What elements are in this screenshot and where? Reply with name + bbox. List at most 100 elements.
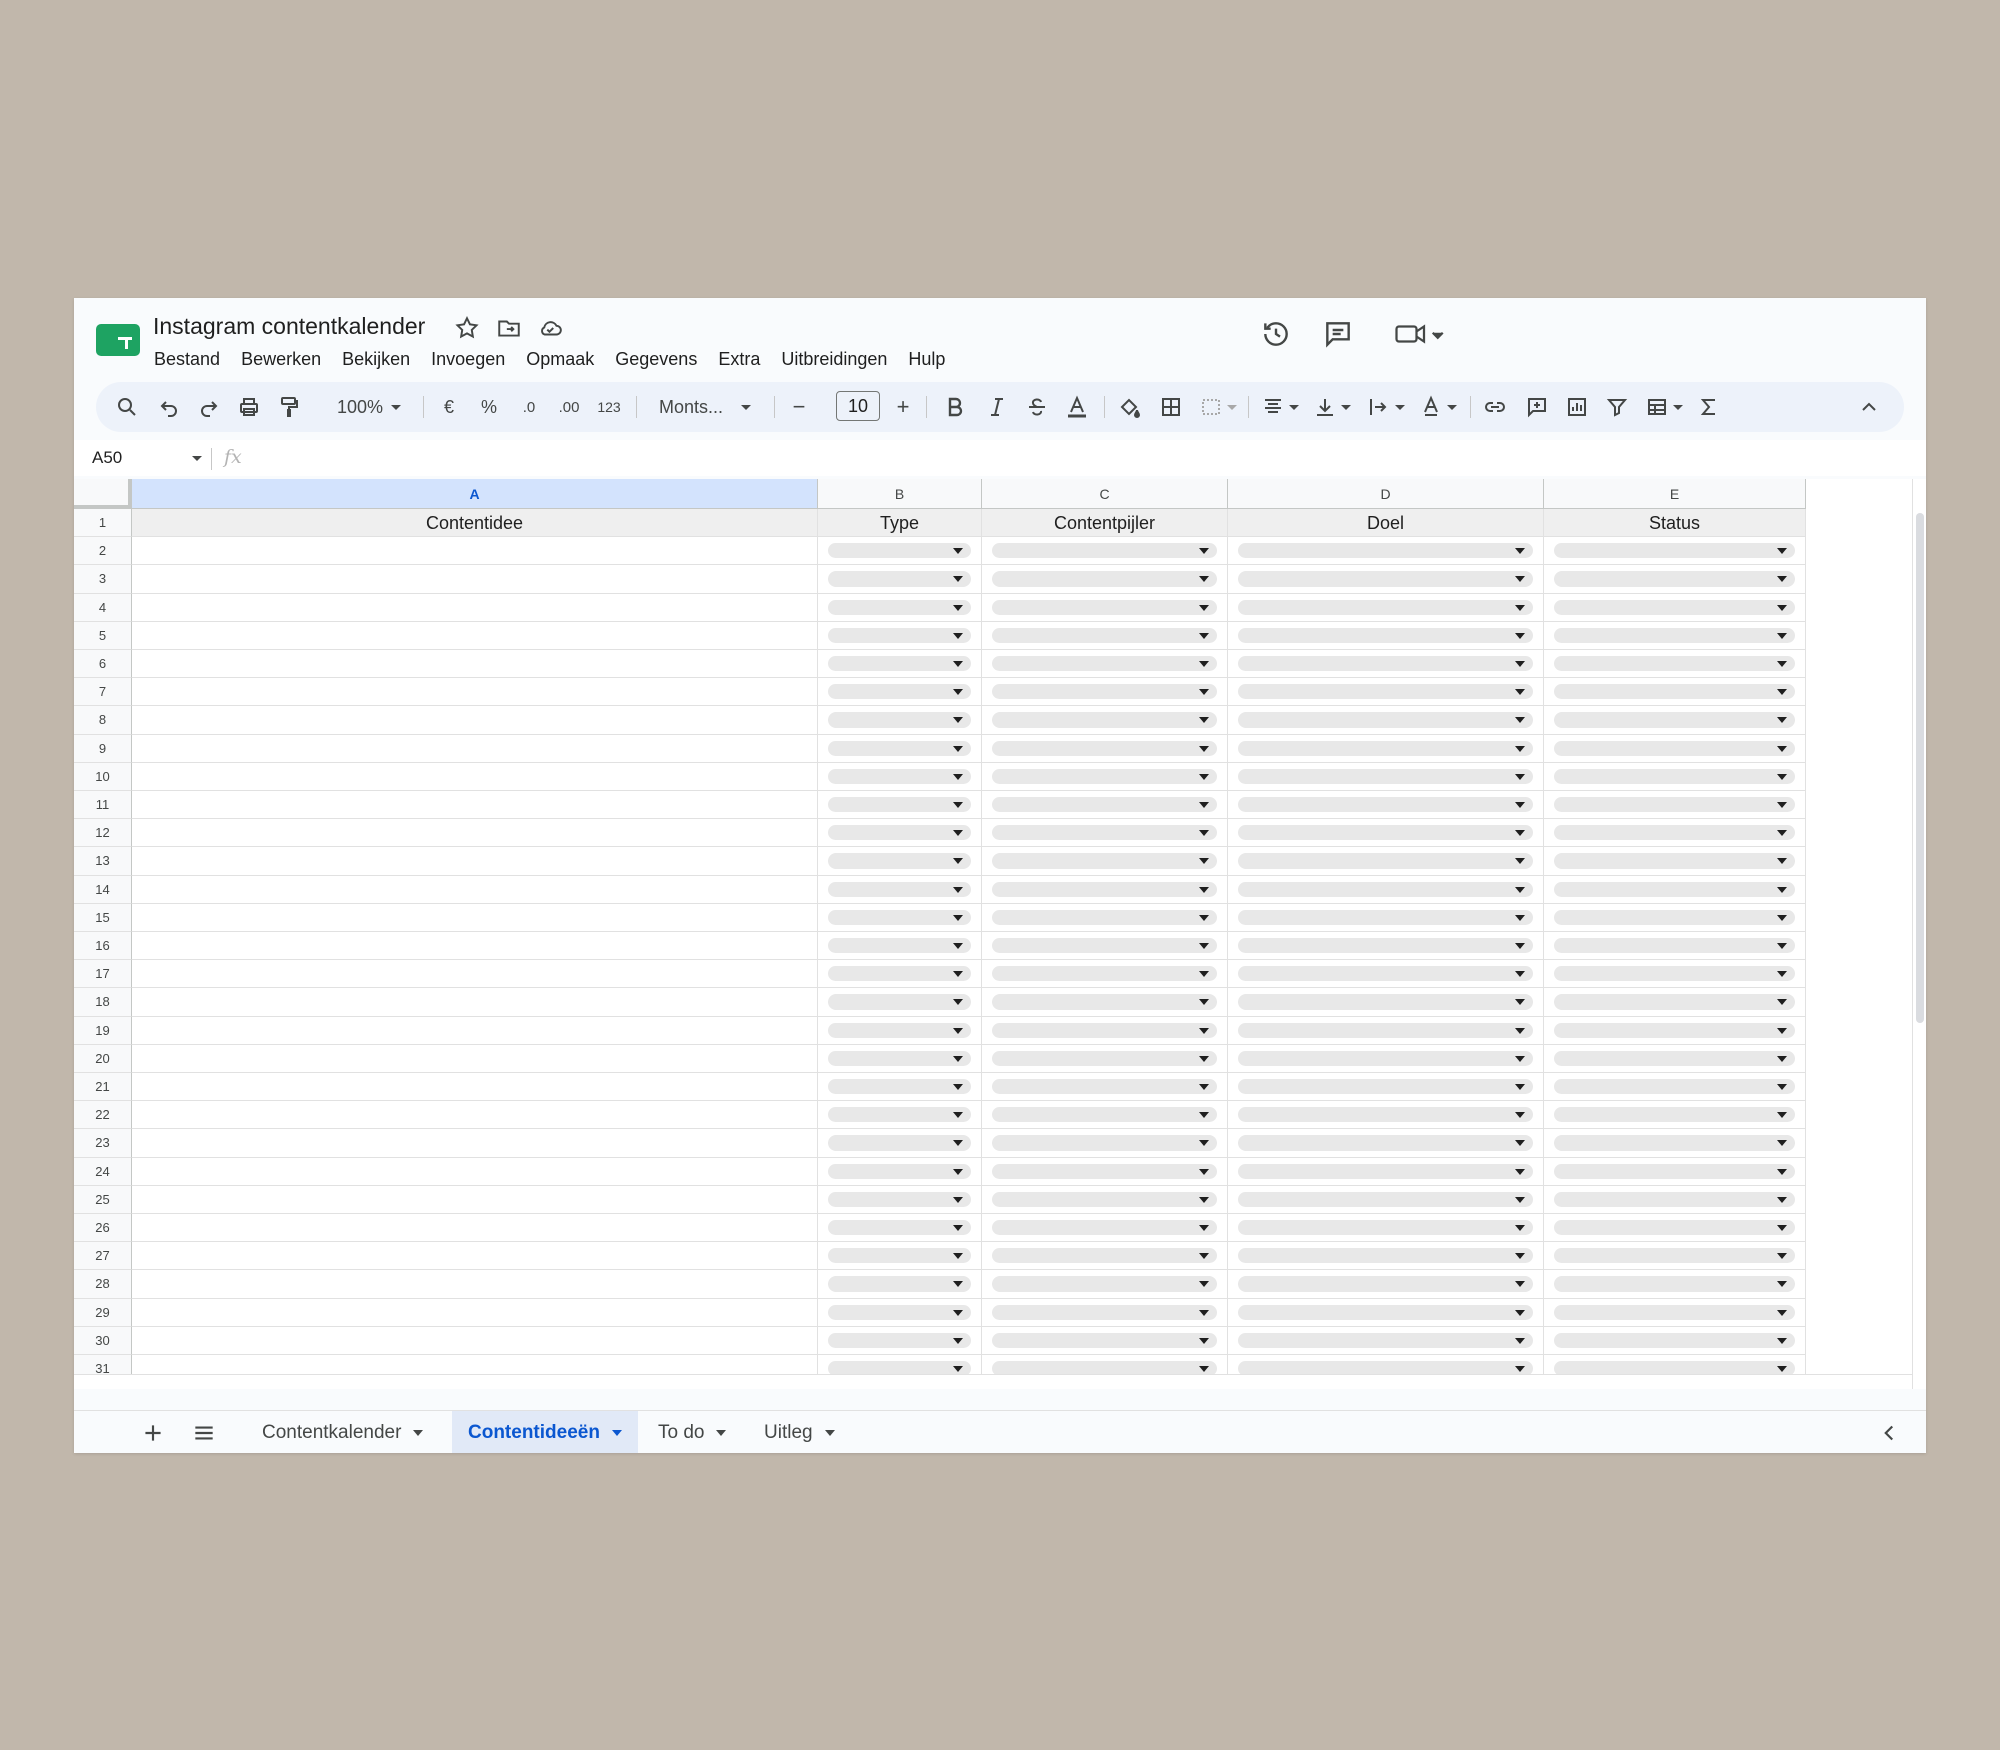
dropdown-chip[interactable] [828, 1248, 971, 1264]
dropdown-chip[interactable] [1238, 1050, 1533, 1066]
cell-d[interactable] [1228, 734, 1544, 763]
cell-c[interactable] [982, 988, 1228, 1017]
cell-a[interactable] [132, 1157, 818, 1186]
dropdown-chip[interactable] [828, 1220, 971, 1236]
dropdown-chip[interactable] [1554, 938, 1795, 954]
cell-b[interactable] [818, 650, 982, 679]
cell-e[interactable] [1544, 791, 1806, 820]
cell-a[interactable] [132, 1073, 818, 1102]
column-header-e[interactable]: E [1544, 479, 1806, 509]
cell-b[interactable] [818, 932, 982, 961]
dropdown-chip[interactable] [1554, 797, 1795, 813]
cell-a[interactable] [132, 537, 818, 566]
cell-b[interactable] [818, 678, 982, 707]
borders-icon[interactable] [1158, 394, 1184, 420]
cell-b[interactable] [818, 1326, 982, 1355]
row-number[interactable]: 9 [74, 734, 132, 763]
column-header-d[interactable]: D [1228, 479, 1544, 509]
cell-e[interactable] [1544, 1185, 1806, 1214]
cell-c[interactable] [982, 1298, 1228, 1327]
link-icon[interactable] [1482, 394, 1508, 420]
dropdown-chip[interactable] [828, 938, 971, 954]
dropdown-chip[interactable] [828, 1163, 971, 1179]
dropdown-chip[interactable] [992, 712, 1217, 728]
cell-a[interactable] [132, 1298, 818, 1327]
dropdown-chip[interactable] [992, 1248, 1217, 1264]
menu-bestand[interactable]: Bestand [154, 344, 220, 374]
dropdown-chip[interactable] [992, 1022, 1217, 1038]
cell-d[interactable] [1228, 678, 1544, 707]
dropdown-chip[interactable] [1554, 684, 1795, 700]
dropdown-chip[interactable] [1554, 627, 1795, 643]
dropdown-chip[interactable] [1554, 853, 1795, 869]
cell-e[interactable] [1544, 565, 1806, 594]
cell-b[interactable] [818, 1242, 982, 1271]
cell-c[interactable] [982, 1270, 1228, 1299]
column-title-b[interactable]: Type [818, 509, 982, 538]
chevron-down-icon[interactable] [716, 1429, 727, 1436]
cell-d[interactable] [1228, 1242, 1544, 1271]
dropdown-chip[interactable] [1238, 909, 1533, 925]
dropdown-chip[interactable] [1554, 1135, 1795, 1151]
dropdown-chip[interactable] [992, 1276, 1217, 1292]
cell-c[interactable] [982, 1016, 1228, 1045]
cell-d[interactable] [1228, 1157, 1544, 1186]
dropdown-chip[interactable] [1554, 1022, 1795, 1038]
cell-c[interactable] [982, 565, 1228, 594]
cell-c[interactable] [982, 593, 1228, 622]
dropdown-chip[interactable] [828, 994, 971, 1010]
cell-e[interactable] [1544, 1044, 1806, 1073]
cell-d[interactable] [1228, 1270, 1544, 1299]
cell-d[interactable] [1228, 593, 1544, 622]
cell-e[interactable] [1544, 1157, 1806, 1186]
cell-b[interactable] [818, 875, 982, 904]
column-header-b[interactable]: B [818, 479, 982, 509]
dropdown-chip[interactable] [828, 1332, 971, 1348]
dropdown-chip[interactable] [1238, 571, 1533, 587]
dropdown-chip[interactable] [1554, 994, 1795, 1010]
undo-icon[interactable] [156, 394, 182, 420]
dropdown-chip[interactable] [992, 740, 1217, 756]
cell-a[interactable] [132, 1242, 818, 1271]
dropdown-chip[interactable] [828, 1050, 971, 1066]
row-number[interactable]: 12 [74, 819, 132, 848]
cell-c[interactable] [982, 1073, 1228, 1102]
dropdown-chip[interactable] [992, 825, 1217, 841]
dropdown-chip[interactable] [828, 909, 971, 925]
dropdown-chip[interactable] [992, 684, 1217, 700]
dropdown-chip[interactable] [1554, 1332, 1795, 1348]
cell-e[interactable] [1544, 1073, 1806, 1102]
vertical-scroll-thumb[interactable] [1916, 513, 1924, 1023]
cell-a[interactable] [132, 903, 818, 932]
cell-a[interactable] [132, 678, 818, 707]
cell-c[interactable] [982, 903, 1228, 932]
row-number[interactable]: 6 [74, 650, 132, 679]
cell-e[interactable] [1544, 537, 1806, 566]
menu-bewerken[interactable]: Bewerken [241, 344, 321, 374]
cell-a[interactable] [132, 1326, 818, 1355]
cell-c[interactable] [982, 650, 1228, 679]
dropdown-chip[interactable] [992, 909, 1217, 925]
row-number[interactable]: 3 [74, 565, 132, 594]
dropdown-chip[interactable] [1238, 740, 1533, 756]
sheet-tab-contentkalender[interactable]: Contentkalender [246, 1411, 439, 1453]
cell-c[interactable] [982, 706, 1228, 735]
dropdown-chip[interactable] [992, 627, 1217, 643]
cell-c[interactable] [982, 1157, 1228, 1186]
dropdown-chip[interactable] [1554, 1079, 1795, 1095]
column-header-a[interactable]: A [132, 479, 818, 509]
vertical-scrollbar[interactable] [1912, 479, 1926, 1389]
cell-e[interactable] [1544, 1214, 1806, 1243]
dropdown-chip[interactable] [1554, 543, 1795, 559]
menu-bekijken[interactable]: Bekijken [342, 344, 410, 374]
dropdown-chip[interactable] [1238, 712, 1533, 728]
cell-c[interactable] [982, 621, 1228, 650]
cell-d[interactable] [1228, 932, 1544, 961]
menu-opmaak[interactable]: Opmaak [526, 344, 594, 374]
cell-d[interactable] [1228, 537, 1544, 566]
row-number[interactable]: 10 [74, 762, 132, 791]
dropdown-chip[interactable] [1554, 712, 1795, 728]
dropdown-chip[interactable] [992, 1191, 1217, 1207]
select-all-corner[interactable] [74, 479, 132, 509]
row-number[interactable]: 23 [74, 1129, 132, 1158]
